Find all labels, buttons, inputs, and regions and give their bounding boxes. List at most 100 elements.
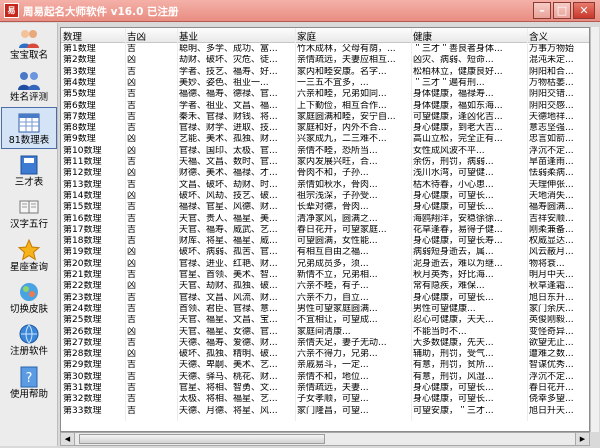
table-cell: 财库、将星、福星、威...	[179, 236, 278, 247]
close-button[interactable]: ✕	[573, 2, 595, 19]
table-row[interactable]: 第28数理 凶 破坏、孤独、精明、破... 六亲不得力，兄弟... 辅助，刑罚，受气..…	[61, 349, 589, 360]
table-cell: 天理伸张...	[529, 179, 574, 190]
table-cell: 凶	[127, 349, 137, 360]
table-cell: 第13数理	[63, 179, 102, 190]
table-row[interactable]: 第27数理 吉 天德、福寿、爱德、财... 亲情天足，妻子无动... 大多数健康，先天.…	[61, 338, 589, 349]
sidebar-item-5[interactable]: 星座查询	[1, 235, 57, 277]
table-row[interactable]: 第30数理 吉 天德、驿马、桃花、财... 亲情不和，地位... 有意，刑罚，风湿...…	[61, 372, 589, 383]
table-cell: 吉	[127, 123, 137, 134]
table-row[interactable]: 第11数理 吉 天福、文昌、数时、官... 家内发展兴旺，合... 余伤，刑罚，病弱..…	[61, 157, 589, 168]
table-cell: 破坏、风劫、技艺、破...	[179, 190, 278, 201]
table-row[interactable]: 第13数理 吉 文昌、破坏、劫财、时... 亲情如秋水，骨肉... 枯木待春，小心患..…	[61, 180, 589, 191]
table-cell: 天官、福星、文昌、宝...	[179, 315, 278, 326]
sidebar-item-7[interactable]: 注册软件	[1, 319, 57, 361]
column-header[interactable]: 数理	[63, 29, 125, 43]
table-row[interactable]: 第4数理 凶 美妙、姿色、祖业一... 一三五不宜多，... ＂三才＂遍有刑... 万物枯…	[61, 78, 589, 89]
table-row[interactable]: 第19数理 凶 破坏、病弱、孤苦、官... 有相互自由之福... 病弱短身逝去，属...…	[61, 247, 589, 258]
table-row[interactable]: 第26数理 凶 天官、福星、女德、官... 家庭间清康... 不能当时不... 变怪奇异.…	[61, 327, 589, 338]
column-header[interactable]: 含义	[529, 29, 589, 43]
table-row[interactable]: 第6数理 吉 学者、祖业、文昌、福... 上下勤俭，相互合作... 身体健康，福如东海.…	[61, 101, 589, 112]
table-row[interactable]: 第20数理 凶 官禄、进业、红艳、财... 兄弟成员多，须... 泥身逝去，难以为继..…	[61, 259, 589, 270]
table-cell: 吉	[127, 236, 137, 247]
vertical-scrollbar[interactable]	[590, 27, 599, 432]
table-cell: 第17数理	[63, 224, 102, 235]
column-header[interactable]: 基业	[179, 29, 294, 43]
table-row[interactable]: 第24数理 吉 首领、君臣、官禄、意... 男性可望家庭圆满... 男性可望健康... 家…	[61, 304, 589, 315]
table-row[interactable]: 第22数理 凶 天官、劫财、孤独、破... 六亲不睦，有子... 常有隐疾，难保... 秋…	[61, 281, 589, 292]
table-row[interactable]: 第15数理 吉 福禄、官星、风德、财... 长辈对德，骨肉... 身心健康，可望长...…	[61, 202, 589, 213]
sidebar-item-1[interactable]: 姓名评测	[1, 65, 57, 107]
window-title: 周易起名大师软件 v16.0 已注册	[23, 6, 179, 18]
table-row[interactable]: 第17数理 吉 天官、福寿、威武、艺... 春日花开，可望家庭... 花草逢春，易得子健…	[61, 225, 589, 236]
column-header[interactable]: 家庭	[297, 29, 411, 43]
table-cell: 家内发展兴旺，合...	[297, 157, 378, 167]
sidebar-item-2[interactable]: 81数理表	[1, 107, 57, 149]
column-header[interactable]: 吉凶	[127, 29, 177, 43]
table-row[interactable]: 第14数理 凶 破坏、风劫、技艺、破... 祖宗浅深，子孙受... 身心健康，可望长..…	[61, 191, 589, 202]
table-cell: 吉	[127, 337, 137, 348]
table-row[interactable]: 第23数理 吉 官禄、文昌、风流、财... 六亲不力，自立... 身心健康，可望长...…	[61, 293, 589, 304]
table-cell: 旭日升天...	[529, 405, 574, 416]
table-cell: 有相互自由之福...	[297, 247, 369, 258]
sidebar-item-3[interactable]: 三才表	[1, 150, 57, 192]
table-cell: 阴阳交感...	[529, 100, 574, 111]
table-row[interactable]: 第32数理 吉 太极、将相、福星、艺... 子女孝顺，可望... 身心健康，可望长...…	[61, 394, 589, 405]
table-cell: 花草逢春，易得子健...	[413, 224, 503, 235]
table-cell: 天德、月德、将星、风...	[179, 405, 278, 416]
table-cell: 春日花开...	[529, 383, 574, 393]
table-cell: 聪明、多学、成功、富...	[179, 44, 278, 54]
table-cell: 吉	[127, 66, 137, 77]
sidebar-item-8[interactable]: ? 使用帮助	[1, 362, 57, 404]
scroll-thumb[interactable]	[79, 434, 325, 444]
table-row[interactable]: 第3数理 吉 学者、技艺、福寿、好... 家内和睦安康。名字... 松柏林立，健康良好.…	[61, 67, 589, 78]
table-cell: 吉	[127, 315, 137, 326]
table-row[interactable]: 第25数理 吉 天官、福星、文昌、宝... 不宜相让，可望成... 忍心可健康，天天..…	[61, 315, 589, 326]
sidebar-item-6[interactable]: 切换皮肤	[1, 277, 57, 319]
table-row[interactable]: 第9数理 凶 艺能、美术、孤独、财... 兴家成九，二三难不... 高山立松，完全正有.…	[61, 134, 589, 145]
people-icon	[17, 68, 41, 92]
table-row[interactable]: 第8数理 吉 官禄、财学、进取、技... 家庭和好，内外不合... 身心健康，到老大吉.…	[61, 123, 589, 134]
table-cell: 吉	[127, 111, 137, 122]
table-row[interactable]: 第16数理 吉 天官、贵人、福星、美... 清净家风，圆满之... 海鸥翔洋，安稳徐徐.…	[61, 214, 589, 225]
maximize-button[interactable]: □	[553, 2, 571, 19]
table-row[interactable]: 第7数理 吉 秦禾、官禄、财钱、将... 家庭圆满和睦，安宁自... 可望健康，逢凶化吉…	[61, 112, 589, 123]
table-cell: 身心健康，可望长...	[413, 394, 494, 405]
window-controls: – □ ✕	[533, 2, 595, 19]
table-cell: 吉	[127, 157, 137, 167]
star-icon	[17, 238, 41, 262]
horizontal-scrollbar[interactable]: ◀ ▶	[60, 432, 590, 446]
table-cell: 兄弟成员多，须...	[297, 258, 369, 269]
table-row[interactable]: 第1数理 吉 聪明、多学、成功、富... 竹木成林，父母有荫，... ＂三才＂善良者身体…	[61, 44, 589, 55]
table-row[interactable]: 第12数理 凶 财德、美术、福禄、才... 骨肉不和，子孙... 浅川水湾，可望健...…	[61, 168, 589, 179]
sidebar-item-0[interactable]: 宝宝取名	[1, 23, 57, 65]
table-cell: 第28数理	[63, 349, 102, 360]
table-row[interactable]: 第2数理 凶 劫财、破坏、灾危、徒... 亲情疏远，夫妻应相互... 凶灾、病弱、短命.…	[61, 55, 589, 66]
table-row[interactable]: 第29数理 吉 天德、卑嗣、美术、艺... 亲戚易斗，一定... 有意，刑罚，贫所...…	[61, 360, 589, 371]
table-cell: 有意，刑罚，贫所...	[413, 360, 494, 371]
scroll-right-icon[interactable]: ▶	[575, 433, 589, 445]
table-cell: 亲戚易斗，一定...	[297, 360, 369, 371]
table-row[interactable]: 第33数理 吉 天德、月德、将星、风... 家门隆昌，可望... 可望安康，＂三才...…	[61, 406, 589, 417]
table-cell: 可望圆满，女性能...	[297, 236, 378, 247]
table-cell: 阴阳和合...	[529, 66, 574, 77]
table-row[interactable]: 第18数理 吉 财库、将星、福星、威... 可望圆满，女性能... 身心健康，可望长寿.…	[61, 236, 589, 247]
minimize-button[interactable]: –	[533, 2, 551, 19]
table-cell: 凶	[127, 326, 137, 337]
table-cell: 吉	[127, 89, 137, 100]
table-cell: 第3数理	[63, 66, 96, 77]
table-cell: 第21数理	[63, 270, 102, 280]
table-row[interactable]: 第10数理 凶 官禄、国印、太极、官... 亲情不睦，恐所当... 女性成风波不平...…	[61, 146, 589, 157]
table-cell: 不能当时不...	[413, 326, 467, 337]
scroll-left-icon[interactable]: ◀	[61, 433, 75, 445]
table-cell: 大多数健康，先天...	[413, 337, 494, 348]
table-cell: 凶	[127, 247, 137, 258]
table-cell: 凶	[127, 55, 137, 66]
table-cell: 秦禾、官禄、财钱、将...	[179, 111, 278, 122]
table-row[interactable]: 第21数理 吉 官星、首领、美术、智... 新情不立，兄弟相... 秋月英秀，好比海..…	[61, 270, 589, 281]
table-cell: 可望健康，逢凶化吉...	[413, 111, 503, 122]
sidebar-item-4[interactable]: 汉字五行	[1, 192, 57, 234]
table-row[interactable]: 第5数理 吉 福德、福寿、德禄、官... 六亲和睦，兄弟如同... 身体健康，福禄寿..…	[61, 89, 589, 100]
table-cell: 第7数理	[63, 111, 96, 122]
table-row[interactable]: 第31数理 吉 官星、将相、智勇、文... 亲情疏远，夫妻... 身心健康，可望长...…	[61, 383, 589, 394]
column-header[interactable]: 健康	[413, 29, 527, 43]
